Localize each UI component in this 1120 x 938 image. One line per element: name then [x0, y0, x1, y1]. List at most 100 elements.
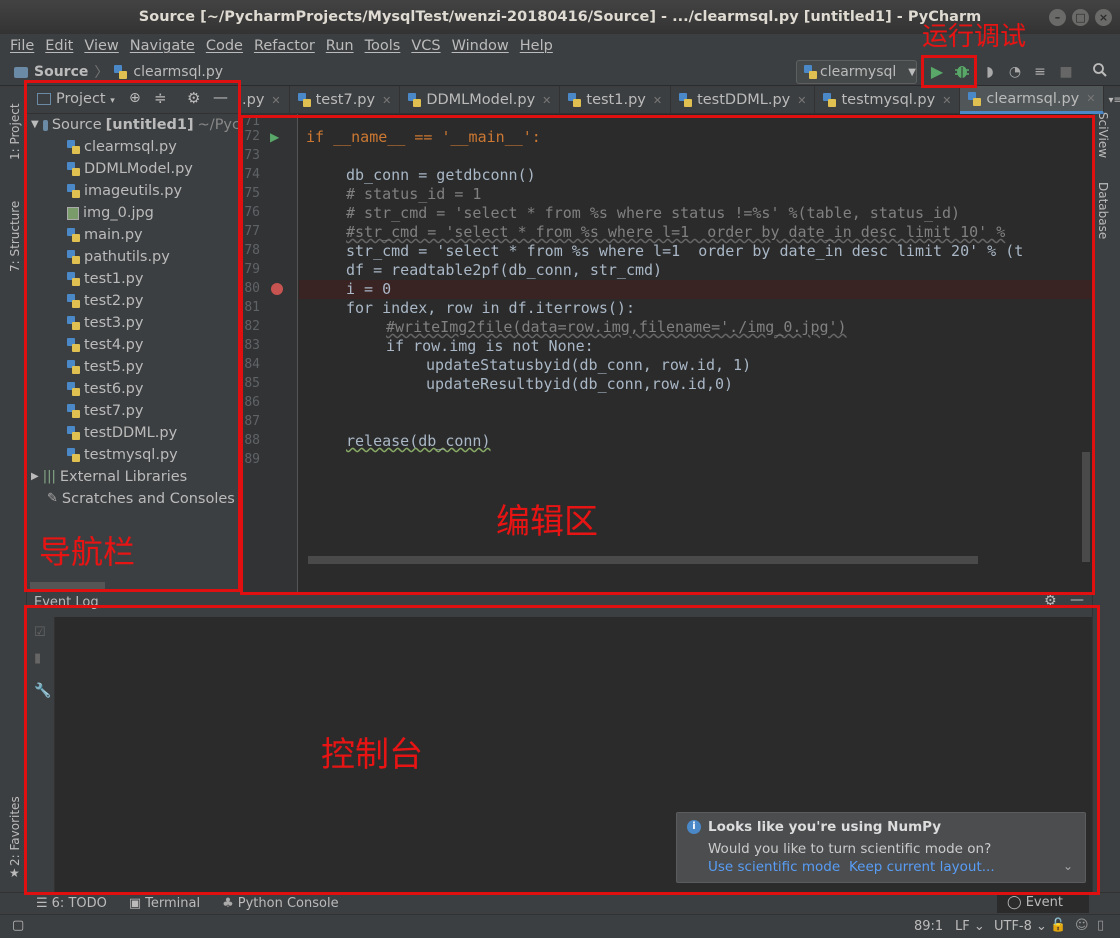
concurrency-icon[interactable]: ≡ — [1030, 62, 1050, 82]
run-icon[interactable]: ▶ — [927, 62, 947, 82]
tree-file[interactable]: testmysql.py — [27, 444, 240, 466]
run-config-select[interactable]: clearmysql ▼ — [796, 60, 917, 84]
tree-file[interactable]: DDMLModel.py — [27, 158, 240, 180]
sciview-tool-button[interactable]: SciView — [1096, 112, 1110, 158]
tab-testmysql[interactable]: testmysql.py ✕ — [815, 86, 961, 114]
gear-icon[interactable]: ⚙ — [187, 89, 200, 107]
tab-clearmsql[interactable]: clearmsql.py ✕ — [960, 86, 1105, 114]
tab-partial[interactable]: .py ✕ — [240, 86, 290, 114]
gear-icon[interactable]: ⚙ — [1044, 593, 1057, 609]
tree-file[interactable]: test6.py — [27, 378, 240, 400]
locate-icon[interactable]: ⊕ — [129, 90, 141, 106]
tab-overflow-icon[interactable]: ▾≡ — [1104, 86, 1120, 114]
tree-file[interactable]: test5.py — [27, 356, 240, 378]
panel-toggle-icon[interactable]: ▢ — [12, 918, 24, 933]
tree-file[interactable]: clearmsql.py — [27, 136, 240, 158]
menu-file[interactable]: File — [10, 38, 34, 54]
tree-file[interactable]: test2.py — [27, 290, 240, 312]
breadcrumb-file[interactable]: clearmsql.py — [133, 64, 223, 80]
hide-icon[interactable]: — — [1070, 592, 1084, 608]
keep-layout-link[interactable]: Keep current layout... — [849, 859, 995, 875]
close-icon[interactable]: ✕ — [542, 94, 551, 107]
coverage-icon[interactable]: ◗ — [980, 62, 1000, 82]
menu-window[interactable]: Window — [452, 38, 509, 54]
project-hscrollbar[interactable] — [30, 582, 105, 590]
python-console-button[interactable]: Python Console — [238, 896, 339, 911]
project-tool-button[interactable]: 1: Project — [8, 103, 22, 160]
chevron-down-icon[interactable]: ⌄ — [1063, 859, 1073, 873]
tree-file[interactable]: test1.py — [27, 268, 240, 290]
python-file-icon — [114, 65, 128, 79]
tree-file[interactable]: imageutils.py — [27, 180, 240, 202]
tree-scratches[interactable]: ✎ Scratches and Consoles — [27, 488, 240, 510]
menu-run[interactable]: Run — [326, 38, 354, 54]
trash-icon[interactable]: ▮ — [34, 651, 41, 666]
tree-file[interactable]: pathutils.py — [27, 246, 240, 268]
run-gutter-icon[interactable]: ▶ — [270, 130, 279, 144]
editor-vscrollbar[interactable] — [1082, 452, 1090, 562]
tree-file[interactable]: main.py — [27, 224, 240, 246]
notification-body: Would you like to turn scientific mode o… — [708, 841, 992, 857]
tree-file[interactable]: test7.py — [27, 400, 240, 422]
menu-view[interactable]: View — [84, 38, 118, 54]
close-icon[interactable]: ✕ — [382, 94, 391, 107]
lock-icon[interactable]: 🔓 — [1050, 918, 1066, 933]
menu-navigate[interactable]: Navigate — [130, 38, 195, 54]
tree-external-libraries[interactable]: ▶ ||| External Libraries — [27, 466, 240, 488]
menu-vcs[interactable]: VCS — [411, 38, 440, 54]
profile-icon[interactable]: ◔ — [1005, 62, 1025, 82]
menu-code[interactable]: Code — [206, 38, 243, 54]
structure-tool-button[interactable]: 7: Structure — [8, 201, 22, 272]
menu-tools[interactable]: Tools — [365, 38, 401, 54]
database-tool-button[interactable]: Database — [1096, 182, 1110, 239]
menu-edit[interactable]: Edit — [45, 38, 73, 54]
collapse-all-icon[interactable]: ≑ — [154, 89, 167, 107]
close-icon[interactable]: ✕ — [271, 94, 280, 107]
tab-test1[interactable]: test1.py ✕ — [560, 86, 672, 114]
tab-label: .py — [242, 92, 265, 108]
debug-icon[interactable] — [952, 62, 972, 82]
menu-refactor[interactable]: Refactor — [254, 38, 315, 54]
project-tree: ▼ Source [untitled1] ~/Pyc clearmsql.py … — [27, 114, 240, 510]
use-scientific-mode-link[interactable]: Use scientific mode — [708, 859, 840, 875]
minimize-button[interactable]: – — [1049, 9, 1066, 26]
terminal-button[interactable]: Terminal — [145, 896, 200, 911]
menu-help[interactable]: Help — [520, 38, 553, 54]
todo-button[interactable]: 6: TODO — [52, 896, 107, 911]
close-icon[interactable]: ✕ — [942, 94, 951, 107]
close-icon[interactable]: ✕ — [653, 94, 662, 107]
search-icon[interactable] — [1090, 62, 1110, 82]
close-icon[interactable]: ✕ — [797, 94, 806, 107]
tree-root[interactable]: ▼ Source [untitled1] ~/Pyc — [27, 114, 240, 136]
tab-testddml[interactable]: testDDML.py ✕ — [671, 86, 816, 114]
notifications-icon[interactable]: ▯ — [1097, 918, 1104, 933]
line-number: 74 — [244, 167, 260, 182]
line-separator[interactable]: LF ⌄ — [955, 919, 985, 934]
inspector-icon[interactable]: ☺ — [1075, 918, 1089, 933]
close-icon[interactable]: ✕ — [1086, 92, 1095, 105]
tree-file[interactable]: img_0.jpg — [27, 202, 240, 224]
project-view-select[interactable]: Project ▾ — [56, 91, 115, 107]
stop-icon[interactable]: ■ — [1056, 62, 1076, 82]
line-number: 76 — [244, 205, 260, 220]
maximize-button[interactable]: □ — [1072, 9, 1089, 26]
favorites-tool-button[interactable]: 2: Favorites — [8, 796, 22, 866]
code-line-84: updateStatusbyid(db_conn, row.id, 1) — [426, 356, 752, 374]
tree-file[interactable]: testDDML.py — [27, 422, 240, 444]
tab-test7[interactable]: test7.py ✕ — [290, 86, 401, 114]
tree-file[interactable]: test3.py — [27, 312, 240, 334]
wrench-icon[interactable]: 🔧 — [34, 683, 51, 699]
breakpoint-icon[interactable] — [271, 283, 283, 295]
editor-hscrollbar[interactable] — [308, 556, 978, 564]
tree-file[interactable]: test4.py — [27, 334, 240, 356]
caret-position[interactable]: 89:1 — [914, 919, 943, 934]
hide-icon[interactable]: — — [213, 88, 228, 106]
event-log-button[interactable]: ◯ Event Log — [997, 893, 1089, 930]
mark-read-icon[interactable]: ☑ — [34, 625, 46, 640]
breadcrumb-folder[interactable]: Source — [34, 64, 88, 80]
tree-file-label: test1.py — [84, 271, 144, 287]
encoding[interactable]: UTF-8 ⌄ — [994, 919, 1047, 934]
tab-ddmlmodel[interactable]: DDMLModel.py ✕ — [400, 86, 561, 114]
code-line-82: #writeImg2file(data=row.img,filename='./… — [386, 318, 847, 336]
close-button[interactable]: × — [1095, 9, 1112, 26]
